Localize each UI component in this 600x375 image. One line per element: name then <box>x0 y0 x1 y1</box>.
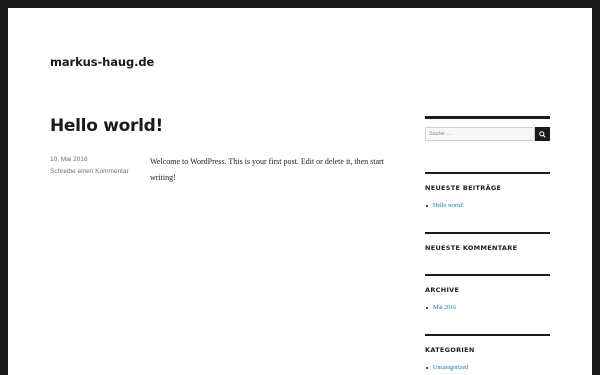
widget-divider <box>425 172 550 174</box>
category-link[interactable]: Uncategorized <box>425 365 550 371</box>
archive-link[interactable]: Mai 2016 <box>425 305 550 311</box>
widget-divider <box>425 274 550 276</box>
widget-archive: ARCHIVE Mai 2016 <box>425 274 550 311</box>
leave-comment-link[interactable]: Schreibe einen Kommentar <box>50 168 129 175</box>
page: markus-haug.de Hello world! 10. Mai 2016… <box>8 8 592 375</box>
search-icon <box>539 130 546 138</box>
widget-title-categories: KATEGORIEN <box>425 346 475 354</box>
search-input[interactable]: Suche … <box>425 127 535 141</box>
search-divider <box>425 116 550 119</box>
widget-recent-posts: NEUESTE BEITRÄGE Hello world! <box>425 172 550 209</box>
post-content: Welcome to WordPress. This is your first… <box>150 157 384 182</box>
post-date-link[interactable]: 10. Mai 2016 <box>50 156 88 163</box>
widget-title-recent-comments: NEUESTE KOMMENTARE <box>425 244 518 252</box>
widget-title-recent-posts: NEUESTE BEITRÄGE <box>425 184 502 192</box>
widget-recent-comments: NEUESTE KOMMENTARE <box>425 232 550 252</box>
recent-post-link[interactable]: Hello world! <box>425 203 550 209</box>
widget-categories: KATEGORIEN Uncategorized <box>425 334 550 371</box>
site-title-link[interactable]: markus-haug.de <box>50 55 154 69</box>
search-button[interactable] <box>535 127 550 141</box>
widget-title-archive: ARCHIVE <box>425 286 460 294</box>
widget-divider <box>425 232 550 234</box>
post-title[interactable]: Hello world! <box>50 116 163 136</box>
widget-divider <box>425 334 550 336</box>
